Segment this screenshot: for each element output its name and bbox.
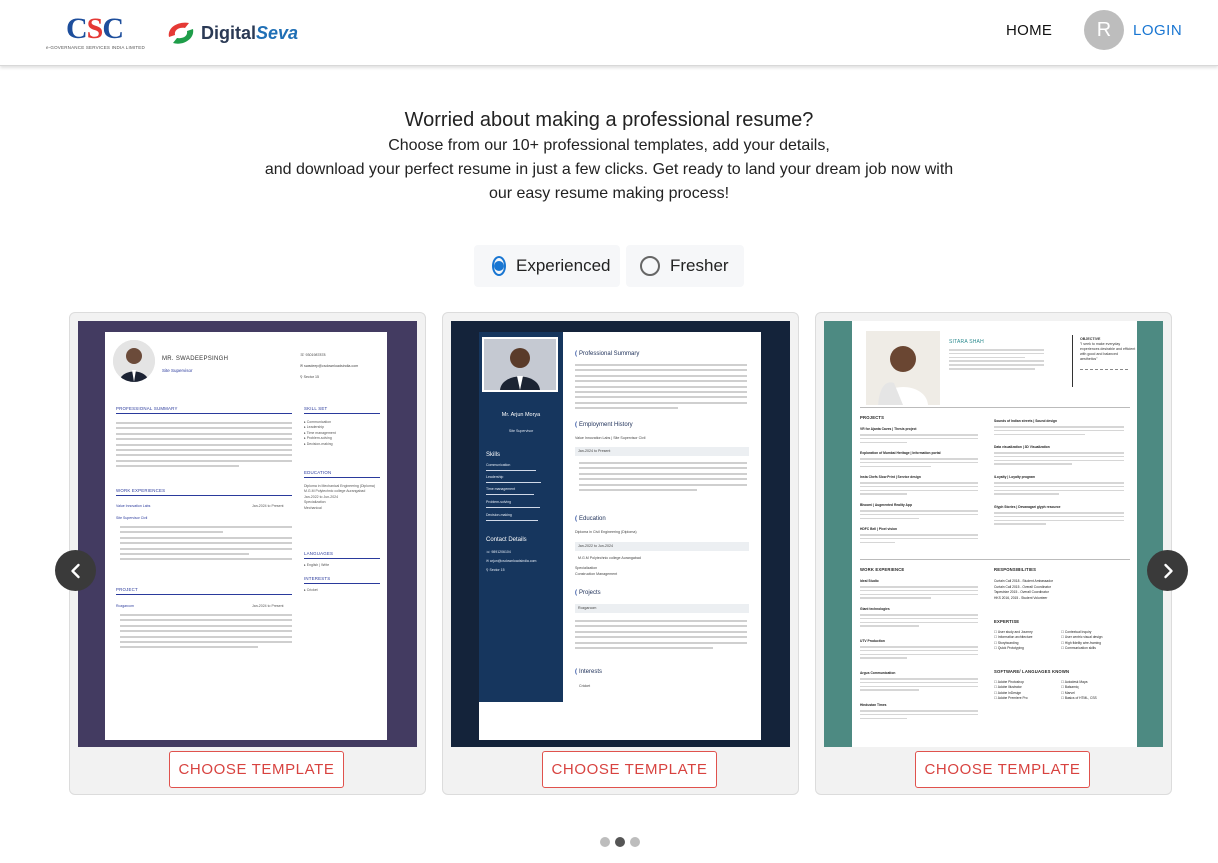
carousel-pagination [600,837,640,847]
pagination-dot[interactable] [630,837,640,847]
user-avatar[interactable]: R [1084,10,1124,50]
template-preview-1[interactable]: MR. SWADEEPSINGH Site Supervisor ☏ 93019… [78,321,417,747]
section-skills: SKILL SET [304,406,328,411]
resume-page: MR. SWADEEPSINGH Site Supervisor ☏ 93019… [105,332,387,740]
hero-title: Worried about making a professional resu… [404,109,814,131]
chevron-right-icon [1163,563,1173,578]
radio-unchecked-icon[interactable] [640,256,660,276]
choose-template-button[interactable]: CHOOSE TEMPLATE [169,751,344,788]
resume-page: SITARA SHAH OBJECTIVE "I seek to make ev… [852,321,1137,747]
hero-section: Worried about making a professional resu… [0,106,1218,206]
pagination-dot-active[interactable] [615,837,625,847]
radio-checked-icon[interactable] [492,256,506,276]
choose-template-button[interactable]: CHOOSE TEMPLATE [542,751,717,788]
hero-line-3: our easy resume making process! [488,185,730,202]
resume-role: Site Supervisor [162,368,193,373]
section-education: EDUCATION [304,470,332,475]
csc-logo[interactable]: CSC e-GOVERNANCE SERVICES INDIA LIMITED [46,14,146,54]
home-link[interactable]: HOME [1006,22,1052,39]
experienced-label: Experienced [516,256,611,275]
template-card-3[interactable]: SITARA SHAH OBJECTIVE "I seek to make ev… [815,312,1172,795]
digitalseva-mark-icon [168,22,194,44]
template-card-1[interactable]: MR. SWADEEPSINGH Site Supervisor ☏ 93019… [69,312,426,795]
chevron-left-icon [70,563,80,578]
resume-contact: ☏ 9301987878 ✉ swadeep@csdownloadsindia.… [300,353,359,379]
section-languages: LANGUAGES [304,551,334,556]
resume-sidebar: Mr. Arjun Morya Site Supervisor Skills C… [479,332,563,702]
objective: OBJECTIVE "I seek to make everyday exper… [1080,337,1136,361]
profile-photo [113,340,155,382]
section-project: PROJECT [116,587,138,592]
resume-page: Mr. Arjun Morya Site Supervisor Skills C… [479,332,761,740]
section-interests: INTERESTS [304,576,331,581]
hero-line-1: Choose from our 10+ professional templat… [388,137,830,154]
carousel-next-button[interactable] [1147,550,1188,591]
choose-template-button[interactable]: CHOOSE TEMPLATE [915,751,1090,788]
brand-seva: Seva [256,22,299,43]
template-card-2[interactable]: Mr. Arjun Morya Site Supervisor Skills C… [442,312,799,795]
login-link[interactable]: LOGIN [1133,22,1182,39]
pagination-dot[interactable] [600,837,610,847]
brand-digital: Digital [201,22,257,43]
section-summary: PROFESSIONAL SUMMARY [116,406,178,411]
resume-name: Mr. Arjun Morya [501,412,541,418]
digitalseva-logo[interactable]: DigitalSeva [165,18,298,48]
csc-logo-subtitle: e-GOVERNANCE SERVICES INDIA LIMITED [46,45,145,50]
hero-line-2: and download your perfect resume in just… [264,161,954,178]
fresher-option[interactable]: Fresher [626,245,744,287]
experience-radio-group: Experienced Fresher [474,245,744,287]
experienced-option[interactable]: Experienced [474,245,620,287]
fresher-label: Fresher [670,256,729,275]
resume-name: MR. SWADEEPSINGH [162,356,229,362]
template-preview-3[interactable]: SITARA SHAH OBJECTIVE "I seek to make ev… [824,321,1163,747]
resume-name: SITARA SHAH [949,339,984,345]
profile-photo [866,331,940,405]
profile-photo [482,337,558,392]
resume-role: Site Supervisor [508,429,534,433]
template-preview-2[interactable]: Mr. Arjun Morya Site Supervisor Skills C… [451,321,790,747]
section-experience: WORK EXPERIENCES [116,488,166,493]
carousel-prev-button[interactable] [55,550,96,591]
top-navbar: CSC e-GOVERNANCE SERVICES INDIA LIMITED … [0,0,1218,66]
